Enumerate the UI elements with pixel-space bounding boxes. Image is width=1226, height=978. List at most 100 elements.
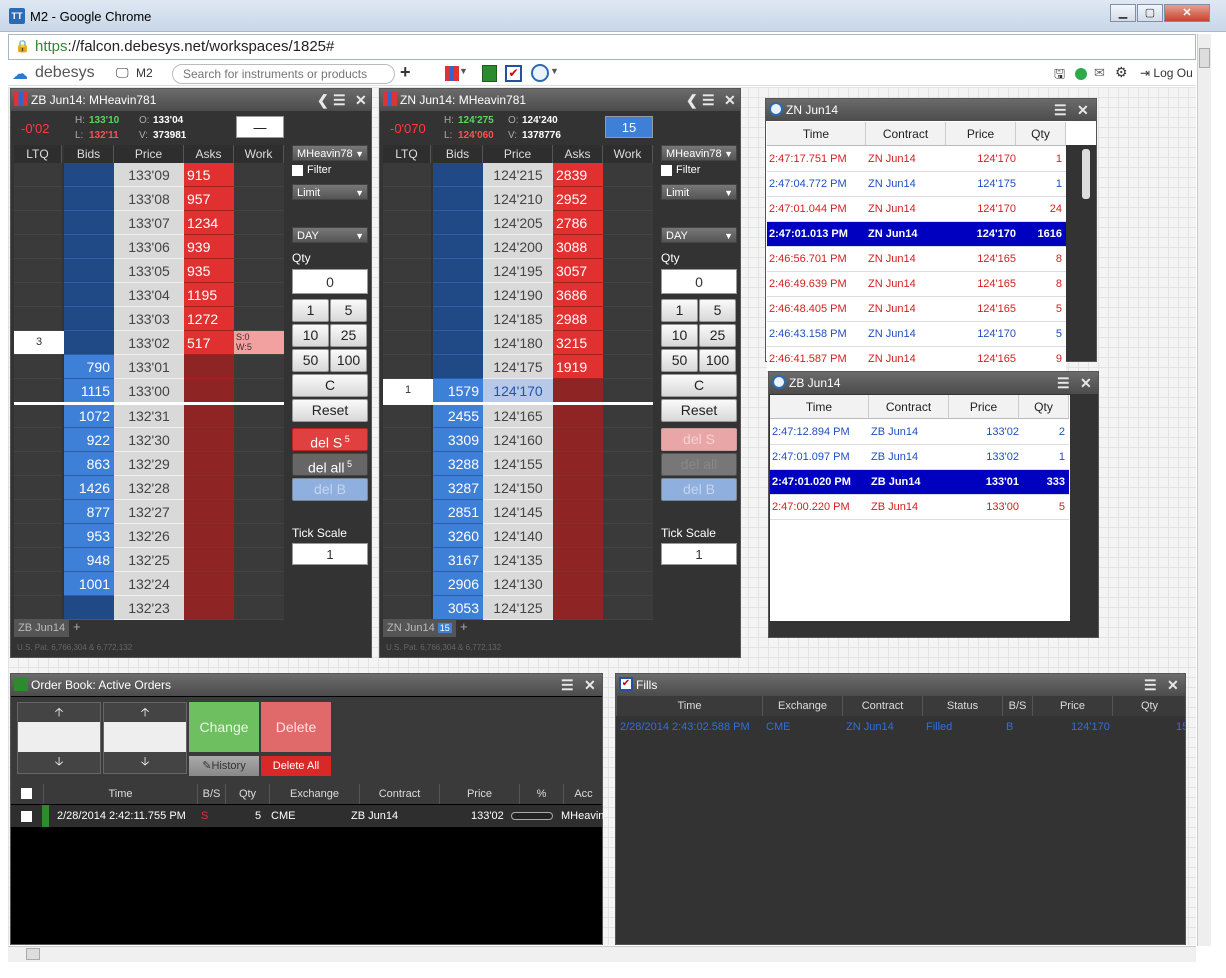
filter-checkbox-row[interactable]: Filter: [661, 164, 700, 176]
table-row[interactable]: 2:46:48.405 PM ZN Jun14 124'165 5: [767, 297, 1066, 322]
vertical-scrollbar[interactable]: [1197, 34, 1211, 946]
table-row[interactable]: 2/28/2014 2:42:11.755 PM S 5 CME ZB Jun14 133…: [11, 805, 604, 827]
work-cell[interactable]: [234, 404, 284, 428]
ltq-cell[interactable]: [14, 187, 62, 211]
menu-icon[interactable]: ☰: [333, 89, 346, 111]
work-cell[interactable]: [234, 548, 284, 572]
ltq-cell[interactable]: [383, 259, 431, 283]
bid-cell[interactable]: 1579: [433, 379, 483, 403]
logout-link[interactable]: ⇥ Log Ou: [1140, 66, 1193, 80]
ladder-tool-icon[interactable]: [445, 66, 459, 81]
work-cell[interactable]: [234, 428, 284, 452]
ask-cell[interactable]: 957: [184, 187, 234, 211]
ltq-cell[interactable]: [14, 596, 62, 620]
ask-cell[interactable]: [553, 524, 603, 548]
bid-cell[interactable]: [64, 211, 114, 235]
work-cell[interactable]: [603, 596, 653, 620]
ltq-cell[interactable]: [14, 476, 62, 500]
bid-cell[interactable]: [64, 283, 114, 307]
qty-button-5[interactable]: 5: [699, 299, 736, 322]
work-cell[interactable]: [603, 476, 653, 500]
bid-cell[interactable]: 922: [64, 428, 114, 452]
chevron-left-icon[interactable]: ❮: [317, 89, 329, 111]
bid-cell[interactable]: [64, 331, 114, 355]
ltq-cell[interactable]: [383, 235, 431, 259]
chevron-down-icon[interactable]: ▼: [459, 66, 468, 76]
ask-cell[interactable]: 1195: [184, 283, 234, 307]
table-row[interactable]: 2:47:04.772 PM ZN Jun14 124'175 1: [767, 172, 1066, 197]
bid-cell[interactable]: 1115: [64, 379, 114, 403]
order-type-select[interactable]: Limit: [292, 184, 368, 201]
bid-cell[interactable]: 863: [64, 452, 114, 476]
menu-icon[interactable]: ☰: [1054, 99, 1067, 121]
work-cell[interactable]: [603, 452, 653, 476]
fills-tool-icon[interactable]: ✔: [505, 65, 522, 82]
history-button[interactable]: ✎History: [189, 756, 259, 776]
bid-cell[interactable]: 2851: [433, 500, 483, 524]
ltq-cell[interactable]: [383, 211, 431, 235]
work-cell[interactable]: [234, 235, 284, 259]
ltq-cell[interactable]: [383, 331, 431, 355]
work-cell[interactable]: [603, 404, 653, 428]
table-row[interactable]: 2:46:41.587 PM ZN Jun14 124'165 9: [767, 347, 1066, 372]
ltq-cell[interactable]: [14, 283, 62, 307]
table-row[interactable]: 2:46:43.158 PM ZN Jun14 124'170 5: [767, 322, 1066, 347]
close-window-icon[interactable]: ✕: [1164, 4, 1210, 22]
reset-button[interactable]: Reset: [292, 399, 368, 422]
ltq-cell[interactable]: [14, 500, 62, 524]
ltq-cell[interactable]: [383, 283, 431, 307]
work-cell[interactable]: [234, 307, 284, 331]
ltq-cell[interactable]: [383, 572, 431, 596]
ltq-cell[interactable]: [14, 355, 62, 379]
work-cell[interactable]: [603, 163, 653, 187]
filter-checkbox[interactable]: [661, 164, 672, 176]
table-row[interactable]: 2:47:17.751 PM ZN Jun14 124'170 1: [767, 147, 1066, 172]
ask-cell[interactable]: 915: [184, 163, 234, 187]
work-cell[interactable]: [603, 283, 653, 307]
search-input[interactable]: [172, 64, 395, 84]
address-bar[interactable]: 🔒 https://falcon.debesys.net/workspaces/…: [8, 34, 1196, 60]
table-row[interactable]: 2:47:01.097 PM ZB Jun14 133'02 1: [770, 445, 1069, 470]
bid-cell[interactable]: [433, 355, 483, 379]
ltq-cell[interactable]: [14, 572, 62, 596]
bid-cell[interactable]: 953: [64, 524, 114, 548]
close-icon[interactable]: ✕: [1077, 99, 1089, 121]
work-cell[interactable]: [603, 548, 653, 572]
select-all-checkbox[interactable]: [21, 788, 32, 799]
clear-button[interactable]: C: [661, 374, 737, 397]
mail-icon[interactable]: ✉: [1094, 65, 1105, 81]
horizontal-scrollbar[interactable]: [8, 946, 1196, 962]
work-cell[interactable]: [234, 524, 284, 548]
qty-button-50[interactable]: 50: [661, 349, 698, 372]
table-row[interactable]: 2:47:01.020 PM ZB Jun14 133'01 333: [770, 470, 1069, 495]
ask-cell[interactable]: [553, 500, 603, 524]
ask-cell[interactable]: [184, 379, 234, 403]
bid-cell[interactable]: 3167: [433, 548, 483, 572]
bid-cell[interactable]: 790: [64, 355, 114, 379]
ask-cell[interactable]: [184, 548, 234, 572]
bid-cell[interactable]: [64, 187, 114, 211]
work-cell[interactable]: [603, 379, 653, 403]
qty-input[interactable]: 0: [661, 269, 737, 294]
ltq-cell[interactable]: [14, 307, 62, 331]
ts-scrollbar[interactable]: [1066, 145, 1096, 361]
ask-cell[interactable]: 3088: [553, 235, 603, 259]
qty-button-25[interactable]: 25: [330, 324, 367, 347]
close-icon[interactable]: ✕: [1167, 674, 1179, 696]
table-row[interactable]: 2:47:00.220 PM ZB Jun14 133'00 5: [770, 495, 1069, 520]
ask-cell[interactable]: [184, 355, 234, 379]
ask-cell[interactable]: 1234: [184, 211, 234, 235]
ltq-cell[interactable]: [383, 596, 431, 620]
qty-button-10[interactable]: 10: [661, 324, 698, 347]
work-cell[interactable]: [603, 211, 653, 235]
work-cell[interactable]: [234, 187, 284, 211]
close-icon[interactable]: ✕: [724, 89, 736, 111]
delete-sells-button[interactable]: del S: [661, 428, 737, 451]
price-spinner[interactable]: 🡡 🡣: [103, 702, 187, 774]
ltq-cell[interactable]: [383, 476, 431, 500]
ltq-cell[interactable]: [383, 500, 431, 524]
table-row[interactable]: 2:47:01.044 PM ZN Jun14 124'170 24: [767, 197, 1066, 222]
work-cell[interactable]: [603, 500, 653, 524]
delete-sells-button[interactable]: del S 5: [292, 428, 368, 451]
add-icon[interactable]: +: [400, 62, 411, 83]
